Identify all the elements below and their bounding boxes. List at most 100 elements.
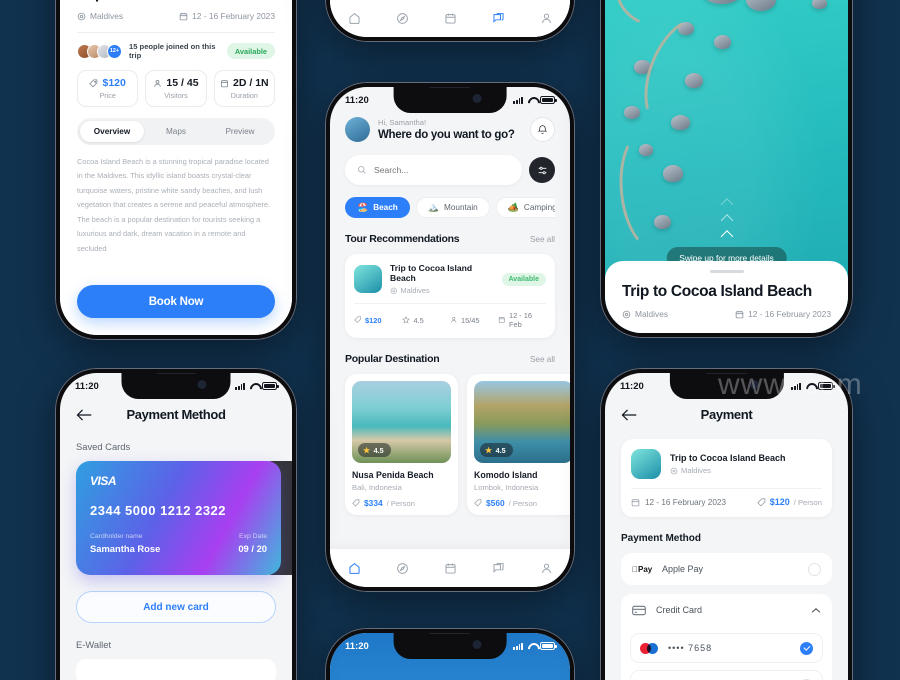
credit-card-header[interactable]: Credit Card — [630, 594, 823, 626]
compass-icon[interactable] — [396, 12, 409, 25]
stats-row: $120 Price 15 / 45 Visitors 2D / 1N Dura… — [60, 60, 292, 107]
person-icon — [450, 316, 458, 324]
tab-maps[interactable]: Maps — [144, 121, 208, 142]
status-badge: Available — [226, 43, 275, 59]
book-now-button[interactable]: Book Now — [77, 285, 275, 318]
status-time: 11:20 — [345, 640, 369, 652]
apple-pay-icon: Pay — [632, 564, 652, 574]
rating-value: 4.5 — [373, 445, 384, 455]
screen-home: 11:20 Hi, Samantha! Where do you want to… — [330, 87, 570, 587]
trip-name: Trip to Cocoa Island Beach — [670, 453, 786, 463]
profile-icon[interactable] — [540, 12, 553, 25]
credit-card-label: Credit Card — [656, 605, 703, 615]
calendar-icon[interactable] — [444, 12, 457, 25]
ewallet-item[interactable] — [76, 659, 276, 680]
card-option-visa[interactable]: VISA •••• 2322 — [630, 670, 823, 680]
location-meta: Maldives — [77, 11, 123, 21]
radio-mastercard[interactable] — [800, 641, 813, 655]
stat-duration: 2D / 1N Duration — [213, 70, 275, 107]
status-time: 11:20 — [620, 380, 644, 392]
chip-label: Beach — [373, 203, 398, 212]
greeting-row: Hi, Samantha! Where do you want to go? — [345, 117, 555, 142]
destination-sub: Bali, Indonesia — [352, 483, 402, 492]
chip-beach[interactable]: 🏖️ Beach — [345, 197, 410, 218]
page-title: Trip to Cocoa Island Beach — [60, 0, 292, 3]
profile-icon[interactable] — [540, 562, 553, 575]
tag-icon — [89, 78, 98, 88]
filter-button[interactable] — [529, 157, 555, 183]
rating-value: 4.5 — [413, 315, 424, 325]
payment-option-apple-pay[interactable]: Pay Apple Pay — [621, 553, 832, 585]
cards-carousel: VISA 2344 5000 1212 2322 Cardholder name… — [60, 452, 292, 575]
star-icon: ★ — [363, 445, 371, 455]
search-icon — [357, 165, 367, 175]
phone-payment: 11:20 Payment Trip to Cocoa Island Beach — [600, 368, 853, 680]
chip-camping[interactable]: 🏕️ Camping — [495, 197, 555, 218]
chevron-up-icon[interactable] — [811, 607, 821, 614]
location-text: Maldives — [635, 309, 669, 319]
destination-image: ★ 4.5 — [352, 381, 451, 463]
home-icon[interactable] — [348, 12, 361, 25]
chat-icon[interactable] — [492, 562, 505, 575]
avatar-more-count: 12+ — [107, 43, 122, 59]
card-option-mastercard[interactable]: •••• 7658 — [630, 633, 823, 663]
tag-icon — [756, 497, 766, 507]
screen-gallery: Swipe up for more details Trip to Cocoa … — [605, 0, 848, 333]
location-text: Maldives — [400, 286, 430, 295]
back-button[interactable] — [76, 407, 92, 423]
greeting-small: Hi, Samantha! — [378, 118, 427, 127]
signal-icon — [791, 382, 801, 390]
search-input[interactable] — [374, 165, 510, 175]
price-per: / Person — [386, 498, 415, 508]
recommendation-card[interactable]: Trip to Cocoa Island Beach Maldives Avai… — [345, 254, 555, 338]
search-box[interactable] — [345, 155, 522, 185]
exp-value: 09 / 20 — [238, 542, 267, 554]
trip-summary-card: Trip to Cocoa Island Beach Maldives 12 - — [621, 439, 832, 517]
payment-option-credit-card-group: Credit Card •••• 7658 VISA •••• 2322 — [621, 594, 832, 680]
stat-rating: 4.5 — [402, 311, 450, 329]
add-new-card-button[interactable]: Add new card — [76, 591, 276, 623]
dates-value: 12 - 16 February 2023 — [645, 497, 727, 507]
price-value: $120 — [769, 497, 790, 507]
calendar-icon — [220, 79, 229, 88]
see-all-link[interactable]: See all — [530, 355, 555, 364]
calendar-icon — [179, 12, 188, 21]
recommendations-header: Tour Recommendations See all — [345, 233, 555, 245]
compass-icon[interactable] — [396, 562, 409, 575]
section-title: Tour Recommendations — [345, 233, 460, 245]
tab-overview[interactable]: Overview — [80, 121, 144, 142]
radio-apple-pay[interactable] — [808, 562, 821, 576]
swipe-chevrons — [720, 198, 733, 243]
chip-mountain[interactable]: 🏔️ Mountain — [415, 197, 490, 218]
destination-card[interactable]: ★ 4.5 Komodo Island Lombok, Indonesia $5… — [467, 374, 570, 515]
credit-card-icon — [632, 605, 646, 616]
destination-card[interactable]: ★ 4.5 Nusa Penida Beach Bali, Indonesia … — [345, 374, 458, 515]
home-content: Hi, Samantha! Where do you want to go? S… — [330, 87, 570, 515]
notch — [121, 373, 231, 399]
price-value: $334 — [364, 498, 383, 508]
stat-visitors: 15/45 — [450, 311, 498, 329]
mountain-icon: 🏔️ — [427, 202, 440, 212]
tab-preview[interactable]: Preview — [208, 121, 272, 142]
notification-bell-button[interactable] — [530, 117, 555, 142]
bell-icon — [537, 124, 548, 135]
saved-card-visa[interactable]: VISA 2344 5000 1212 2322 Cardholder name… — [76, 461, 281, 575]
screen-payment: 11:20 Payment Trip to Cocoa Island Beach — [605, 373, 848, 680]
chat-icon[interactable] — [492, 12, 505, 25]
battery-icon — [540, 96, 557, 104]
trip-price: $120 / Person — [756, 497, 822, 507]
pin-icon — [622, 310, 631, 319]
date-meta: 12 - 16 February 2023 — [735, 309, 831, 319]
home-icon[interactable] — [348, 562, 361, 575]
recommendation-stats: $120 4.5 15/45 12 - 16 Feb — [354, 311, 546, 329]
avatar[interactable] — [345, 117, 370, 142]
back-button[interactable] — [621, 407, 637, 423]
joined-text: 15 people joined on this trip — [129, 42, 216, 60]
rating-badge: ★ 4.5 — [480, 443, 513, 457]
page-title: Payment Method — [126, 407, 226, 422]
calendar-icon[interactable] — [444, 562, 457, 575]
price-value: $120 — [365, 315, 382, 325]
see-all-link[interactable]: See all — [530, 235, 555, 244]
trip-meta: Maldives 12 - 16 February 2023 — [605, 301, 848, 319]
popular-header: Popular Destination See all — [345, 353, 555, 365]
